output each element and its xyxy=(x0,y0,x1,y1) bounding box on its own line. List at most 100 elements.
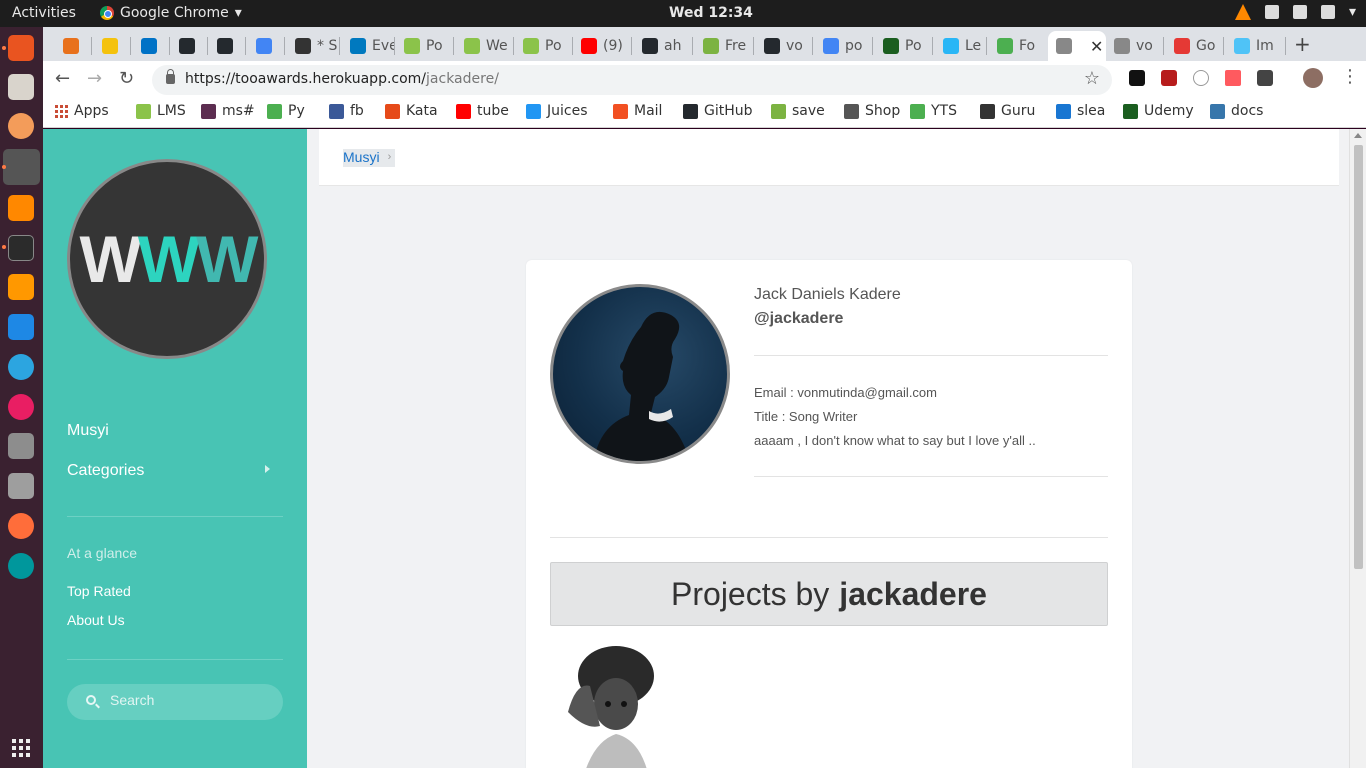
vlc-tray-icon[interactable] xyxy=(1234,4,1251,20)
bookmark-item[interactable]: Shop xyxy=(844,103,900,119)
www-logo-mark: WWW xyxy=(79,222,259,296)
bookmark-item[interactable]: fb xyxy=(329,103,364,119)
terminal-icon[interactable] xyxy=(8,235,34,261)
software-center-icon[interactable] xyxy=(8,35,34,61)
installer-icon[interactable] xyxy=(8,433,34,459)
activities-button[interactable]: Activities xyxy=(12,5,76,21)
scroll-up-arrow[interactable] xyxy=(1354,133,1362,138)
browser-tab[interactable]: Im xyxy=(1226,31,1286,61)
bookmark-item[interactable]: Kata xyxy=(385,103,438,119)
bookmark-label: LMS xyxy=(157,103,186,119)
browser-tab[interactable] xyxy=(94,31,131,61)
bookmark-item[interactable]: tube xyxy=(456,103,509,119)
extension-icon[interactable] xyxy=(1129,70,1145,86)
browser-tab[interactable]: Po xyxy=(396,31,454,61)
bookmark-favicon-icon xyxy=(1056,103,1071,119)
ublock-icon[interactable] xyxy=(1161,70,1177,86)
sidebar-about-link[interactable]: About Us xyxy=(67,612,125,628)
site-logo[interactable]: WWW xyxy=(67,159,267,359)
browser-tab[interactable]: (9) xyxy=(573,31,632,61)
sidebar-categories-link[interactable]: Categories xyxy=(67,462,144,480)
browser-tab[interactable] xyxy=(248,31,285,61)
bookmark-item[interactable]: Mail xyxy=(613,103,662,119)
bookmark-item[interactable]: docs xyxy=(1210,103,1263,119)
browser-tab[interactable] xyxy=(209,31,246,61)
page-scrollbar[interactable] xyxy=(1349,129,1366,768)
browser-tab[interactable]: Le xyxy=(935,31,987,61)
calculator-icon[interactable] xyxy=(8,473,34,499)
bookmark-favicon-icon xyxy=(683,103,698,119)
address-bar[interactable]: https://tooawards.herokuapp.com/jackader… xyxy=(152,65,1112,95)
sidebar-brand-link[interactable]: Musyi xyxy=(67,422,109,440)
scrollbar-thumb[interactable] xyxy=(1354,145,1363,569)
vscode-icon[interactable] xyxy=(8,314,34,340)
reload-button[interactable]: ↻ xyxy=(119,68,134,89)
bookmark-item[interactable]: GitHub xyxy=(683,103,753,119)
forward-button[interactable]: → xyxy=(87,68,102,89)
browser-tab[interactable]: po xyxy=(815,31,873,61)
url-text[interactable]: https://tooawards.herokuapp.com/jackader… xyxy=(185,71,499,87)
arduino-icon[interactable] xyxy=(8,553,34,579)
browser-tab[interactable]: vo xyxy=(756,31,813,61)
bookmark-item[interactable]: Apps xyxy=(55,103,109,119)
sublime-text-icon[interactable] xyxy=(8,274,34,300)
bookmark-favicon-icon xyxy=(1123,103,1138,119)
clock[interactable]: Wed 12:34 xyxy=(669,5,753,21)
close-tab-icon[interactable]: ✕ xyxy=(1090,37,1103,56)
bookmark-item[interactable]: YTS xyxy=(910,103,957,119)
bookmark-item[interactable]: slea xyxy=(1056,103,1105,119)
browser-tab[interactable] xyxy=(133,31,170,61)
bookmark-item[interactable]: LMS xyxy=(136,103,186,119)
menu-kebab-icon[interactable]: ⋮ xyxy=(1341,66,1359,87)
files-icon[interactable] xyxy=(8,74,34,100)
app-menu[interactable]: Google Chrome ▾ xyxy=(100,5,242,21)
vlc-dock-icon[interactable] xyxy=(8,195,34,221)
lock-icon[interactable] xyxy=(166,69,175,84)
search-input[interactable] xyxy=(110,692,270,708)
browser-tab[interactable]: We xyxy=(456,31,514,61)
sidebar-search[interactable] xyxy=(67,684,283,720)
back-button[interactable]: ← xyxy=(55,68,70,89)
new-tab-button[interactable]: + xyxy=(1294,32,1311,56)
tab-favicon-icon xyxy=(703,38,719,54)
pencil-app-icon[interactable] xyxy=(8,513,34,539)
browser-tab[interactable]: Po xyxy=(875,31,933,61)
projects-heading-prefix: Projects by xyxy=(671,575,830,612)
volume-icon[interactable] xyxy=(1292,5,1307,19)
chrome-dock-icon[interactable] xyxy=(3,149,40,185)
telegram-icon[interactable] xyxy=(8,354,34,380)
bookmark-item[interactable]: Udemy xyxy=(1123,103,1194,119)
system-tray[interactable]: ▾ xyxy=(1234,4,1356,20)
player-icon[interactable] xyxy=(8,113,34,139)
browser-tab[interactable]: Po xyxy=(515,31,573,61)
profile-avatar[interactable] xyxy=(1303,68,1323,88)
bookmark-item[interactable]: ms# xyxy=(201,103,255,119)
bookmark-item[interactable]: Guru xyxy=(980,103,1035,119)
sidebar-top-rated-link[interactable]: Top Rated xyxy=(67,583,131,599)
bookmark-item[interactable]: save xyxy=(771,103,825,119)
bookmark-item[interactable]: Py xyxy=(267,103,305,119)
browser-tab[interactable] xyxy=(55,31,92,61)
chevron-down-icon[interactable]: ▾ xyxy=(1349,4,1356,20)
breadcrumb-item[interactable]: Musyi › xyxy=(343,149,396,167)
browser-tab[interactable]: Fo xyxy=(989,31,1046,61)
battery-icon[interactable] xyxy=(1320,5,1335,19)
wifi-icon[interactable] xyxy=(1264,5,1279,19)
extension-icon[interactable] xyxy=(1193,70,1209,86)
extension-icon[interactable] xyxy=(1257,70,1273,86)
bookmark-item[interactable]: Juices xyxy=(526,103,588,119)
browser-tab[interactable]: ✕ xyxy=(1048,31,1106,61)
browser-tab[interactable]: vo xyxy=(1106,31,1164,61)
browser-tab[interactable]: * S xyxy=(287,31,340,61)
project-thumbnail[interactable] xyxy=(554,642,674,768)
show-applications-icon[interactable] xyxy=(12,739,30,757)
bookmark-star-icon[interactable]: ☆ xyxy=(1084,68,1100,89)
tab-favicon-icon xyxy=(823,38,839,54)
extension-icon[interactable] xyxy=(1225,70,1241,86)
browser-tab[interactable]: Eve xyxy=(342,31,395,61)
browser-tab[interactable] xyxy=(171,31,208,61)
browser-tab[interactable]: ah xyxy=(634,31,693,61)
browser-tab[interactable]: Go xyxy=(1166,31,1224,61)
flickr-icon[interactable] xyxy=(8,394,34,420)
browser-tab[interactable]: Fre xyxy=(695,31,754,61)
